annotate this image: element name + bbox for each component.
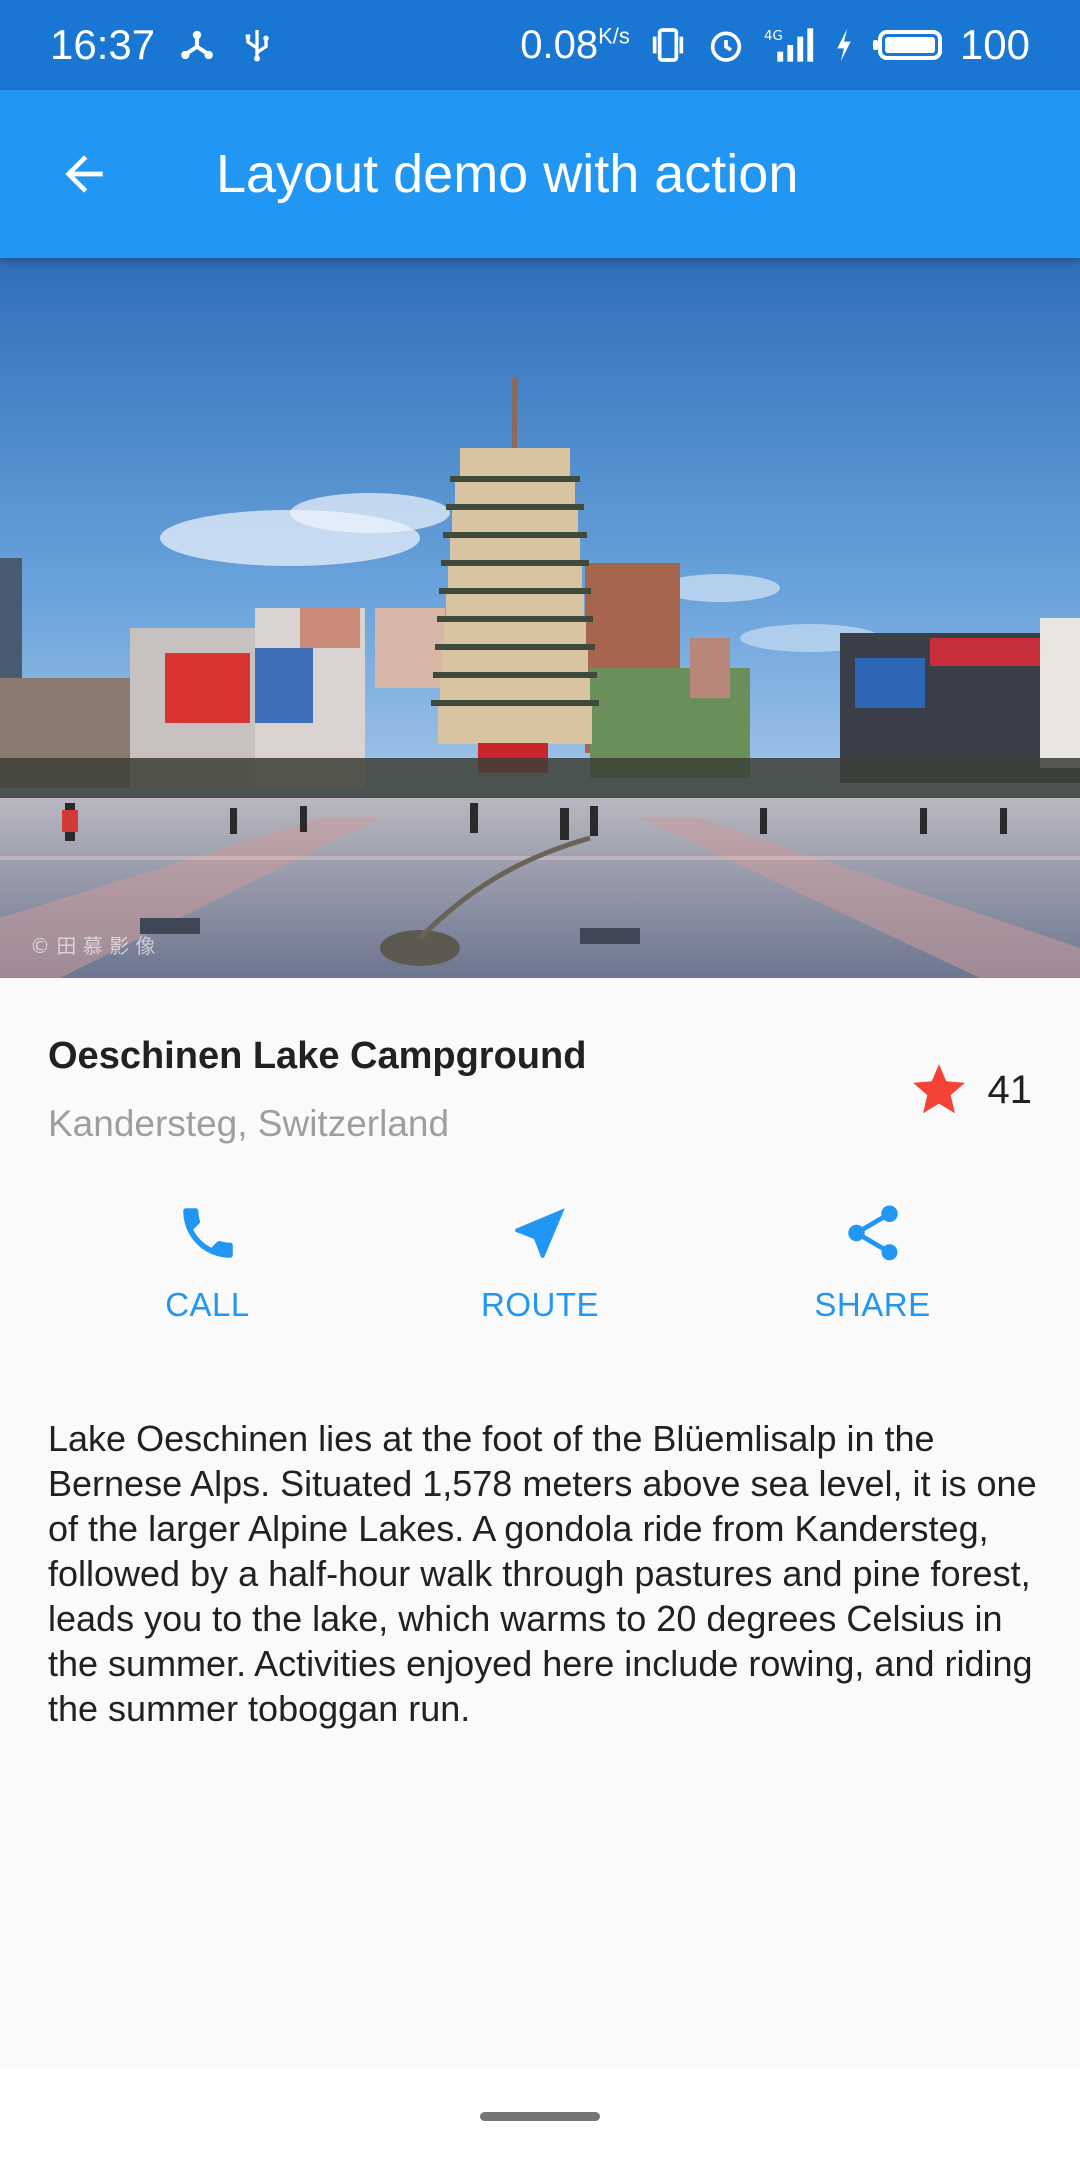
battery-level: 100 bbox=[959, 21, 1030, 68]
share-label: SHARE bbox=[814, 1286, 931, 1323]
route-label: ROUTE bbox=[481, 1286, 599, 1323]
call-button[interactable]: CALL bbox=[83, 1200, 333, 1360]
rating: 41 bbox=[908, 1059, 1033, 1121]
photo-watermark: © 田 慕 影 像 bbox=[30, 934, 155, 958]
status-bar: 16:37 0.08K/s 4G 100 bbox=[0, 0, 1080, 90]
alarm-icon bbox=[710, 31, 742, 62]
app-bar: Layout demo with action bbox=[0, 90, 1080, 258]
back-button[interactable] bbox=[0, 90, 168, 258]
vibrate-icon bbox=[652, 28, 684, 62]
share-button[interactable]: SHARE bbox=[748, 1200, 998, 1360]
home-indicator[interactable] bbox=[480, 2112, 600, 2121]
svg-text:4G: 4G bbox=[764, 29, 783, 44]
network-speed: 0.08K/s bbox=[520, 22, 630, 67]
signal-4g-icon: 4G bbox=[764, 28, 814, 62]
title-section: Oeschinen Lake Campground Kandersteg, Sw… bbox=[48, 1020, 1032, 1160]
arrow-back-icon bbox=[65, 155, 103, 193]
page-title: Layout demo with action bbox=[216, 144, 799, 204]
hero-image: © 田 慕 影 像 bbox=[0, 258, 1080, 978]
navigation-icon bbox=[515, 1208, 565, 1258]
status-time: 16:37 bbox=[50, 21, 156, 68]
usb-icon bbox=[245, 30, 269, 62]
phone-icon bbox=[182, 1208, 233, 1258]
place-location: Kandersteg, Switzerland bbox=[48, 1103, 450, 1144]
call-label: CALL bbox=[165, 1286, 250, 1323]
action-button-row: CALL ROUTE SHARE bbox=[0, 1200, 1080, 1360]
route-button[interactable]: ROUTE bbox=[415, 1200, 665, 1360]
charging-icon bbox=[837, 28, 851, 62]
place-name: Oeschinen Lake Campground bbox=[48, 1035, 587, 1077]
system-navigation-bar bbox=[0, 2068, 1080, 2160]
rating-count: 41 bbox=[987, 1067, 1033, 1112]
share-icon bbox=[847, 1205, 898, 1261]
star-icon bbox=[912, 1064, 965, 1114]
battery-icon bbox=[872, 30, 942, 60]
plaza-tower-photo: © 田 慕 影 像 bbox=[0, 258, 1080, 978]
description-text: Lake Oeschinen lies at the foot of the B… bbox=[48, 1418, 1037, 1729]
connection-hub-icon bbox=[181, 30, 213, 60]
